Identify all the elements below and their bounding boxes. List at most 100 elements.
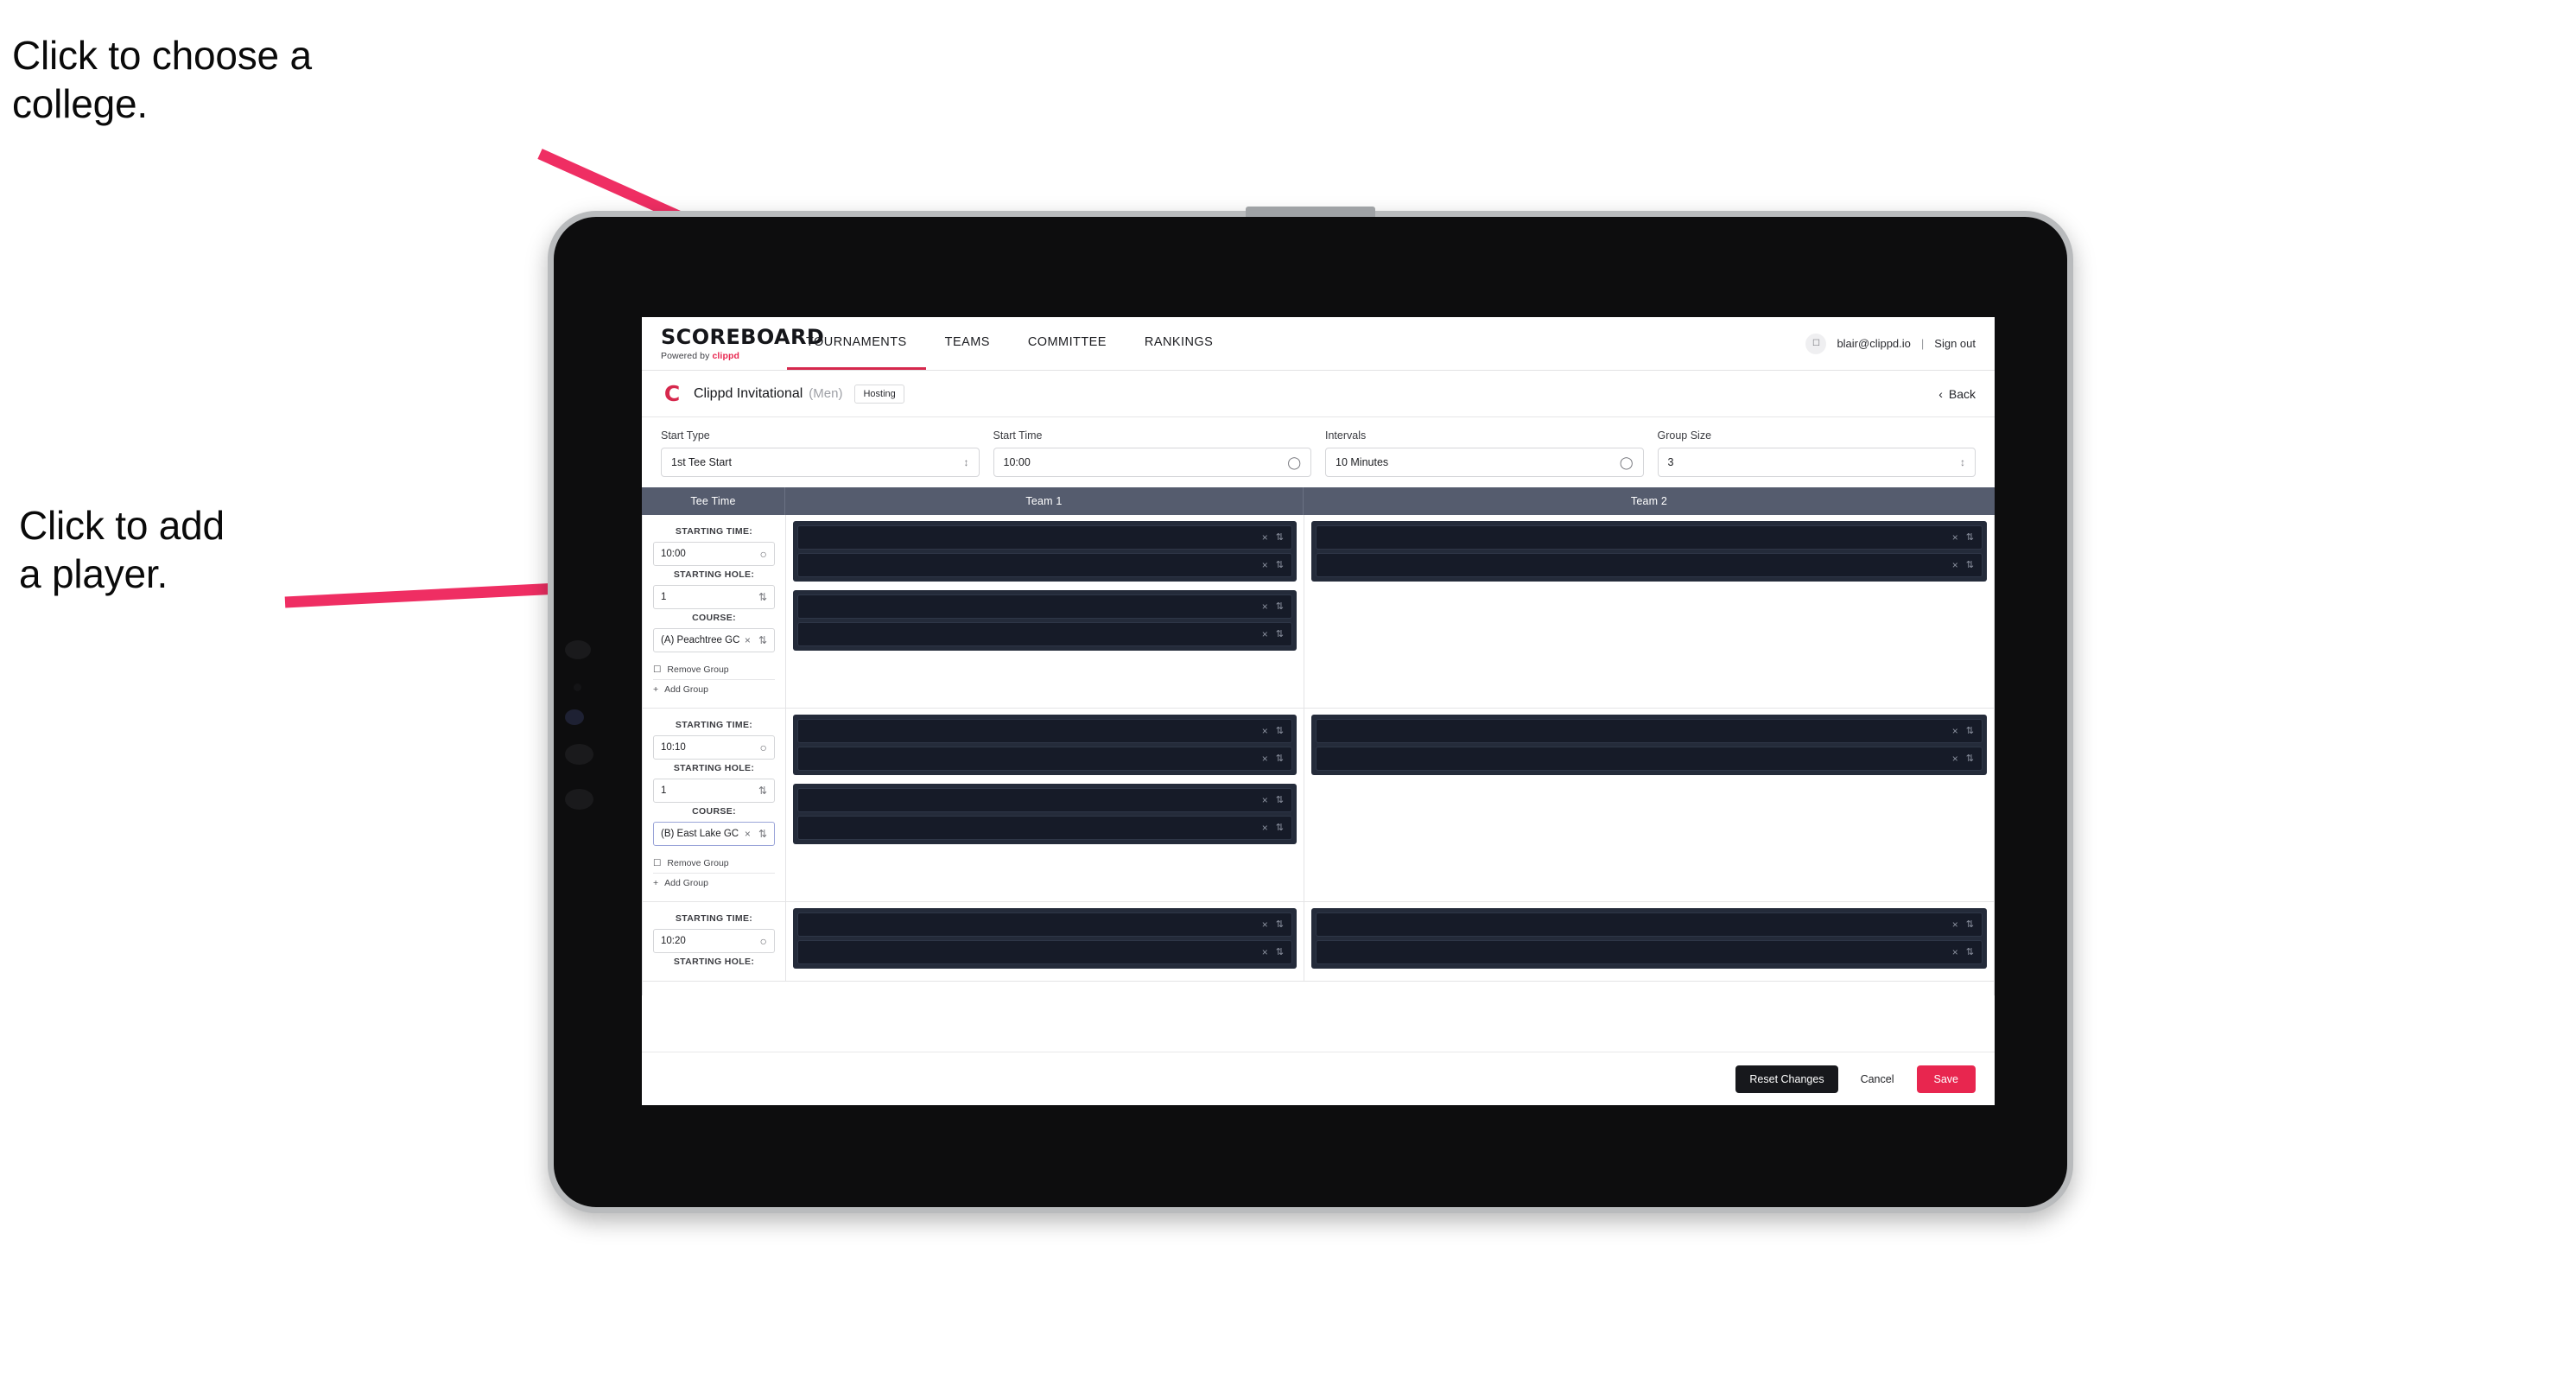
stepper-icon[interactable]: ⇅ [758, 785, 767, 796]
field-label: COURSE: [692, 806, 736, 817]
group-actions: ☐ Remove Group + Add Group [653, 854, 775, 893]
close-icon[interactable]: × [1262, 532, 1268, 543]
app-screen: SCOREBOARD Powered by clippd TOURNAMENTS… [642, 317, 1995, 1105]
stepper-icon[interactable]: ⇅ [1276, 823, 1284, 833]
stepper-icon[interactable]: ⇅ [1276, 726, 1284, 736]
close-icon[interactable]: × [1262, 823, 1268, 833]
player-slot[interactable]: × ⇅ [797, 788, 1292, 812]
player-slot[interactable]: × ⇅ [797, 553, 1292, 577]
close-icon[interactable]: × [1952, 532, 1958, 543]
column-header-team2: Team 2 [1630, 495, 1668, 507]
player-slot[interactable]: × ⇅ [1316, 912, 1983, 937]
field-start-type-label: Start Type [661, 429, 710, 442]
stepper-icon[interactable]: ⇅ [1276, 947, 1284, 957]
start-type-select[interactable]: 1st Tee Start ↕ [661, 448, 980, 477]
close-icon[interactable]: × [745, 829, 751, 839]
player-slot[interactable]: × ⇅ [797, 747, 1292, 771]
player-slot[interactable]: × ⇅ [797, 940, 1292, 964]
clock-icon[interactable]: ○ [760, 741, 767, 753]
remove-group-button[interactable]: ☐ Remove Group [653, 854, 775, 873]
stepper-icon[interactable]: ⇅ [1966, 560, 1974, 570]
stepper-icon[interactable]: ⇅ [1276, 753, 1284, 764]
stepper-icon[interactable]: ⇅ [1966, 532, 1974, 543]
user-icon[interactable]: ☐ [1805, 333, 1827, 354]
stepper-icon[interactable]: ⇅ [1276, 795, 1284, 805]
player-slot[interactable]: × ⇅ [797, 719, 1292, 743]
stepper-icon[interactable]: ⇅ [758, 592, 767, 602]
starting-hole-stepper[interactable]: 1 ⇅ [653, 585, 775, 609]
player-slot[interactable]: × ⇅ [1316, 553, 1983, 577]
clock-icon[interactable]: ◯ [1620, 456, 1634, 468]
close-icon[interactable]: × [1262, 919, 1268, 930]
nav-tab-teams[interactable]: TEAMS [926, 317, 1009, 370]
starting-time-input[interactable]: 10:10 ○ [653, 735, 775, 760]
stepper-icon[interactable]: ⇅ [1276, 601, 1284, 612]
player-slot[interactable]: × ⇅ [797, 525, 1292, 550]
close-icon[interactable]: × [1952, 753, 1958, 764]
close-icon[interactable]: × [1262, 560, 1268, 570]
stepper-icon[interactable]: ⇅ [758, 829, 767, 839]
stepper-icon[interactable]: ⇅ [1276, 560, 1284, 570]
course-select[interactable]: (A) Peachtree GC × ⇅ [653, 628, 775, 652]
remove-group-button[interactable]: ☐ Remove Group [653, 660, 775, 679]
player-slot[interactable]: × ⇅ [1316, 940, 1983, 964]
close-icon[interactable]: × [745, 635, 751, 645]
sign-out-link[interactable]: Sign out [1934, 337, 1976, 350]
stepper-icon[interactable]: ⇅ [1276, 532, 1284, 543]
clock-icon[interactable]: ◯ [1287, 456, 1301, 468]
starting-time-input[interactable]: 10:00 ○ [653, 542, 775, 566]
trash-icon: ☐ [653, 664, 662, 675]
starting-hole-stepper-value: 1 [661, 592, 667, 602]
close-icon[interactable]: × [1262, 753, 1268, 764]
starting-time-input[interactable]: 10:20 ○ [653, 929, 775, 953]
scoreboard-logo[interactable]: SCOREBOARD Powered by clippd [642, 317, 824, 370]
close-icon[interactable]: × [1262, 601, 1268, 612]
stepper-icon[interactable]: ⇅ [1966, 726, 1974, 736]
clock-icon[interactable]: ○ [760, 935, 767, 947]
stepper-icon[interactable]: ↕ [964, 457, 969, 467]
reset-changes-button[interactable]: Reset Changes [1735, 1065, 1838, 1093]
close-icon[interactable]: × [1262, 629, 1268, 639]
player-group-card: × ⇅ × ⇅ [793, 590, 1297, 651]
player-slot[interactable]: × ⇅ [797, 816, 1292, 840]
stepper-icon[interactable]: ⇅ [758, 635, 767, 645]
stepper-icon[interactable]: ↕ [1960, 457, 1965, 467]
player-slot[interactable]: × ⇅ [1316, 525, 1983, 550]
group-size-stepper[interactable]: 3 ↕ [1657, 448, 1976, 477]
add-group-button[interactable]: + Add Group [653, 679, 775, 699]
back-button[interactable]: ‹ Back [1938, 387, 1976, 401]
player-group-card: × ⇅ × ⇅ [793, 521, 1297, 582]
player-slot[interactable]: × ⇅ [797, 912, 1292, 937]
stepper-icon[interactable]: ⇅ [1276, 919, 1284, 930]
stepper-icon[interactable]: ⇅ [1966, 947, 1974, 957]
stepper-icon[interactable]: ⇅ [1966, 919, 1974, 930]
player-slot[interactable]: × ⇅ [797, 622, 1292, 646]
clock-icon[interactable]: ○ [760, 548, 767, 560]
stepper-icon[interactable]: ⇅ [1966, 753, 1974, 764]
table-body[interactable]: STARTING TIME: 10:00 ○ STARTING HOLE: 1 ⇅ COUR… [642, 515, 1995, 995]
starting-hole-stepper[interactable]: 1 ⇅ [653, 779, 775, 803]
start-time-input[interactable]: 10:00 ◯ [993, 448, 1311, 477]
save-button[interactable]: Save [1916, 1065, 1976, 1093]
nav-tab-tournaments[interactable]: TOURNAMENTS [787, 317, 926, 370]
close-icon[interactable]: × [1952, 726, 1958, 736]
remove-group-label: Remove Group [667, 664, 729, 675]
close-icon[interactable]: × [1262, 726, 1268, 736]
nav-tab-rankings[interactable]: RANKINGS [1126, 317, 1232, 370]
close-icon[interactable]: × [1952, 560, 1958, 570]
close-icon[interactable]: × [1952, 919, 1958, 930]
add-group-button[interactable]: + Add Group [653, 873, 775, 893]
stepper-icon[interactable]: ⇅ [1276, 629, 1284, 639]
player-slot[interactable]: × ⇅ [1316, 747, 1983, 771]
field-label: STARTING TIME: [675, 720, 753, 730]
close-icon[interactable]: × [1262, 795, 1268, 805]
cancel-button[interactable]: Cancel [1850, 1065, 1905, 1093]
screenshot-stage: Click to choose a college. Click to add … [0, 0, 2576, 1386]
course-select[interactable]: (B) East Lake GC × ⇅ [653, 822, 775, 846]
player-slot[interactable]: × ⇅ [797, 594, 1292, 619]
intervals-input[interactable]: 10 Minutes ◯ [1325, 448, 1644, 477]
player-slot[interactable]: × ⇅ [1316, 719, 1983, 743]
close-icon[interactable]: × [1952, 947, 1958, 957]
close-icon[interactable]: × [1262, 947, 1268, 957]
nav-tab-committee[interactable]: COMMITTEE [1009, 317, 1126, 370]
